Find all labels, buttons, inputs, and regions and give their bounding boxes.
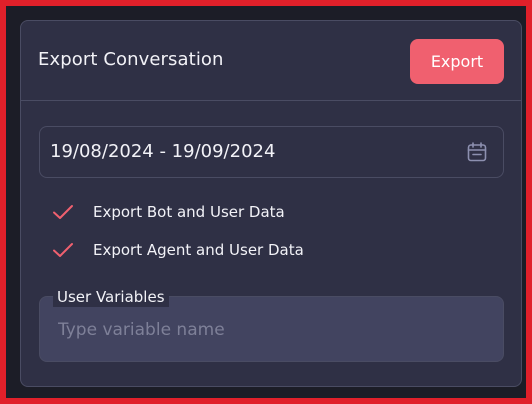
- option-label: Export Bot and User Data: [93, 203, 285, 221]
- calendar-icon[interactable]: [465, 140, 489, 164]
- option-label: Export Agent and User Data: [93, 241, 304, 259]
- date-range-value: 19/08/2024 - 19/09/2024: [50, 141, 276, 162]
- panel-header: Export Conversation Export: [21, 21, 521, 101]
- check-icon: [53, 205, 73, 219]
- option-export-bot-user-data[interactable]: Export Bot and User Data: [51, 199, 285, 225]
- check-icon: [53, 243, 73, 257]
- panel-title: Export Conversation: [38, 49, 224, 70]
- option-export-agent-user-data[interactable]: Export Agent and User Data: [51, 237, 304, 263]
- user-variables-legend: User Variables: [53, 287, 169, 307]
- user-variables-input[interactable]: [41, 315, 498, 345]
- export-conversation-panel: Export Conversation Export 19/08/2024 - …: [20, 20, 522, 387]
- date-range-field[interactable]: 19/08/2024 - 19/09/2024: [39, 126, 504, 178]
- highlight-frame: Export Conversation Export 19/08/2024 - …: [0, 0, 532, 404]
- export-button[interactable]: Export: [410, 39, 504, 84]
